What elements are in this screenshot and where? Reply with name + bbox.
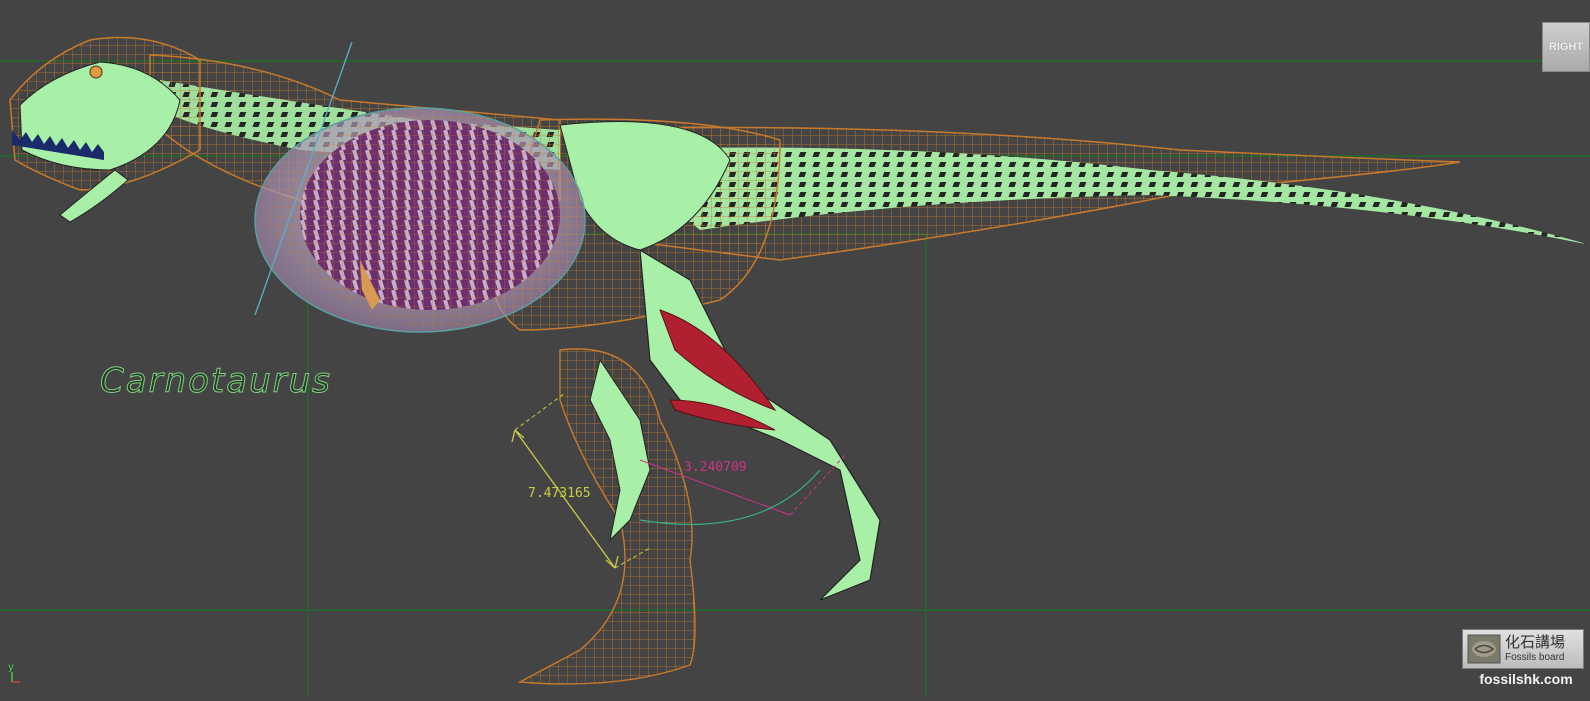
watermark-title-en: Fossils board (1505, 652, 1565, 663)
axis-indicator: y (8, 662, 20, 683)
watermark-title-cn: 化石講場 (1505, 633, 1566, 651)
eye (89, 65, 103, 79)
watermark-url: fossilshk.com (1479, 671, 1573, 687)
measure-angle-label: 3.240709 (684, 460, 747, 475)
axis-y-label: y (8, 662, 14, 673)
view-cube-right[interactable]: RIGHT (1542, 22, 1590, 72)
fossils-board-logo: 化石講場 Fossils board (1462, 629, 1584, 669)
measure-length-label: 7.473165 (528, 486, 591, 501)
viewport-canvas: 7.473165 3.240709 Carnotaurus y (0, 36, 1590, 696)
maya-viewport[interactable]: 7.473165 3.240709 Carnotaurus y RIGHT 化石… (0, 0, 1590, 696)
species-label: Carnotaurus (100, 361, 332, 401)
fossil-icon (1467, 634, 1501, 664)
view-label: RIGHT (1548, 41, 1584, 53)
